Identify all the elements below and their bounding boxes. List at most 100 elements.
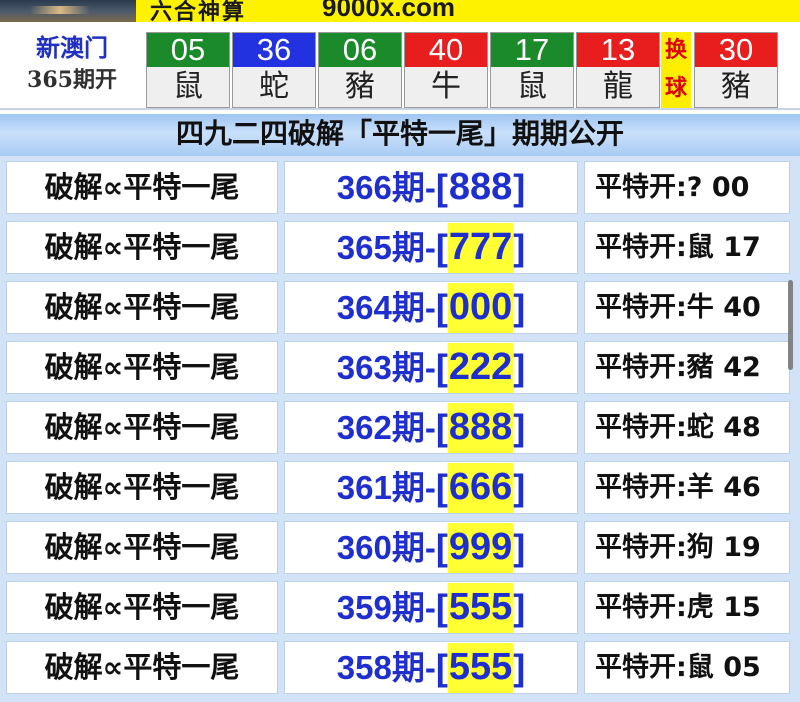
row-issue: 360期-: [336, 529, 436, 566]
row-code: 999: [447, 522, 514, 573]
draw-region: 新澳门: [36, 34, 108, 62]
row-result: 平特开:蛇 48: [595, 412, 761, 443]
bracket-close: ]: [513, 587, 526, 628]
special-ball: 30 豬: [694, 32, 778, 108]
row-prediction-cell: 358期-[555]: [284, 641, 578, 694]
row-issue: 363期-: [336, 349, 436, 386]
draw-label: 新澳门 365期开: [6, 32, 138, 102]
ball-6: 13 龍: [576, 32, 660, 108]
row-code: 888: [448, 165, 513, 208]
table-row[interactable]: 破解∝平特一尾 363期-[222] 平特开:豬 42: [0, 336, 800, 396]
ball-2: 36 蛇: [232, 32, 316, 108]
row-label-cell: 破解∝平特一尾: [6, 641, 278, 694]
bracket-open: [: [435, 287, 448, 328]
ball-1: 05 鼠: [146, 32, 230, 108]
bracket-open: [: [435, 167, 448, 208]
bracket-open: [: [435, 527, 448, 568]
row-result-cell: 平特开:鼠 05: [584, 641, 790, 694]
row-result-cell: 平特开:狗 19: [584, 521, 790, 574]
bracket-close: ]: [513, 527, 526, 568]
row-label-cell: 破解∝平特一尾: [6, 161, 278, 214]
bracket-close: ]: [513, 287, 526, 328]
ball-number: 17: [491, 33, 573, 67]
row-result: 平特开:羊 46: [595, 472, 761, 503]
table-row[interactable]: 破解∝平特一尾 365期-[777] 平特开:鼠 17: [0, 216, 800, 276]
ball-zodiac: 龍: [577, 67, 659, 107]
ball-zodiac: 蛇: [233, 67, 315, 107]
row-label: 破解∝平特一尾: [44, 410, 240, 444]
row-code: 888: [447, 402, 514, 453]
draw-result-strip: 新澳门 365期开 05 鼠 36 蛇 06 豬 40 牛 17 鼠 13 龍 …: [0, 22, 800, 110]
row-result-cell: 平特开:虎 15: [584, 581, 790, 634]
ball-number: 06: [319, 33, 401, 67]
row-result-cell: 平特开:蛇 48: [584, 401, 790, 454]
ball-number: 13: [577, 33, 659, 67]
ball-zodiac: 鼠: [491, 67, 573, 107]
swap-label-bottom: 球: [664, 76, 687, 101]
page-title: 四九二四破解「平特一尾」期期公开: [175, 117, 624, 150]
table-row[interactable]: 破解∝平特一尾 364期-[000] 平特开:牛 40: [0, 276, 800, 336]
draw-issue: 365期开: [27, 67, 117, 93]
row-code: 555: [447, 642, 514, 693]
bracket-open: [: [435, 467, 448, 508]
row-label-cell: 破解∝平特一尾: [6, 281, 278, 334]
banner-photo: [0, 0, 136, 22]
table-row[interactable]: 破解∝平特一尾 362期-[888] 平特开:蛇 48: [0, 396, 800, 456]
row-code: 666: [447, 462, 514, 513]
row-issue: 364期-: [336, 289, 436, 326]
table-row[interactable]: 破解∝平特一尾 360期-[999] 平特开:狗 19: [0, 516, 800, 576]
swap-ball-marker: 换 球: [661, 32, 691, 108]
ball-number: 40: [405, 33, 487, 67]
ball-zodiac: 豬: [319, 67, 401, 107]
bracket-open: [: [435, 347, 448, 388]
row-issue: 358期-: [336, 649, 436, 686]
top-banner: 六合神算 9000x.com: [0, 0, 800, 22]
row-label-cell: 破解∝平特一尾: [6, 461, 278, 514]
bracket-open: [: [435, 647, 448, 688]
table-row[interactable]: 破解∝平特一尾 359期-[555] 平特开:虎 15: [0, 576, 800, 636]
row-label-cell: 破解∝平特一尾: [6, 401, 278, 454]
special-zodiac: 豬: [695, 67, 777, 107]
row-prediction-cell: 364期-[000]: [284, 281, 578, 334]
section-header: 四九二四破解「平特一尾」期期公开: [0, 112, 800, 156]
row-label: 破解∝平特一尾: [44, 590, 240, 624]
row-result: 平特开:狗 19: [595, 532, 761, 563]
ball-number: 05: [147, 33, 229, 67]
bracket-open: [: [435, 227, 448, 268]
scrollbar[interactable]: [788, 280, 793, 370]
row-result-cell: 平特开:豬 42: [584, 341, 790, 394]
swap-label-top: 换: [664, 38, 687, 63]
row-prediction-cell: 363期-[222]: [284, 341, 578, 394]
row-prediction-cell: 365期-[777]: [284, 221, 578, 274]
bracket-close: ]: [513, 647, 526, 688]
row-result: 平特开:牛 40: [595, 292, 761, 323]
row-code: 555: [447, 582, 514, 633]
row-result: 平特开:鼠 05: [595, 652, 761, 683]
special-number: 30: [695, 33, 777, 67]
row-label: 破解∝平特一尾: [44, 230, 240, 264]
banner-url[interactable]: 9000x.com: [322, 0, 455, 22]
ball-3: 06 豬: [318, 32, 402, 108]
row-label: 破解∝平特一尾: [44, 470, 240, 504]
bracket-open: [: [435, 407, 448, 448]
row-label: 破解∝平特一尾: [44, 650, 240, 684]
row-label-cell: 破解∝平特一尾: [6, 341, 278, 394]
bracket-close: ]: [513, 167, 526, 208]
row-code: 000: [447, 282, 514, 333]
row-label: 破解∝平特一尾: [44, 170, 240, 204]
bracket-close: ]: [513, 407, 526, 448]
row-label: 破解∝平特一尾: [44, 290, 240, 324]
ball-number: 36: [233, 33, 315, 67]
table-row[interactable]: 破解∝平特一尾 366期-[888] 平特开:? 00: [0, 156, 800, 216]
row-issue: 359期-: [336, 589, 436, 626]
row-issue: 365期-: [336, 229, 436, 266]
ball-5: 17 鼠: [490, 32, 574, 108]
table-row[interactable]: 破解∝平特一尾 361期-[666] 平特开:羊 46: [0, 456, 800, 516]
table-row[interactable]: 破解∝平特一尾 358期-[555] 平特开:鼠 05: [0, 636, 800, 696]
row-label: 破解∝平特一尾: [44, 530, 240, 564]
row-code: 777: [447, 222, 514, 273]
banner-ad[interactable]: 六合神算: [136, 0, 800, 22]
row-issue: 362期-: [336, 409, 436, 446]
ball-4: 40 牛: [404, 32, 488, 108]
prediction-table: 破解∝平特一尾 366期-[888] 平特开:? 00 破解∝平特一尾 365期-[77…: [0, 156, 800, 702]
